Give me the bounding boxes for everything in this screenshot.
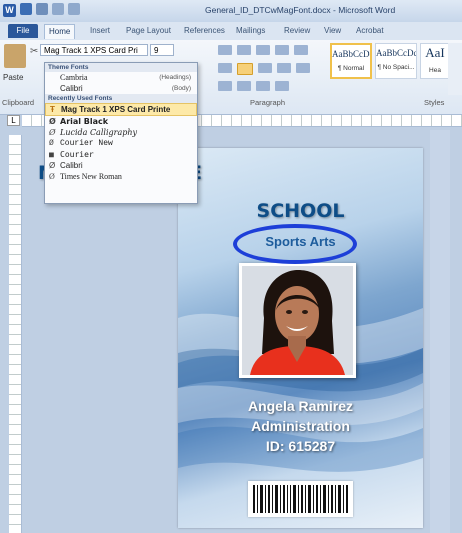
tab-selector[interactable]: L <box>7 115 20 126</box>
font-type-icon: Ø <box>49 117 56 126</box>
shading-buttons-row <box>218 81 289 93</box>
font-type-icon: Ø <box>49 172 55 181</box>
tab-references[interactable]: References <box>180 24 229 38</box>
style-sample: AaI <box>425 45 445 60</box>
cut-icon[interactable]: ✂ <box>30 46 38 57</box>
borders-icon[interactable] <box>237 81 251 91</box>
font-size-box[interactable]: 9 <box>150 44 174 56</box>
theme-fonts-header: Theme Fonts <box>45 63 197 72</box>
line-spacing-icon[interactable] <box>296 63 310 73</box>
save-icon[interactable] <box>20 3 32 15</box>
quick-access-toolbar <box>20 3 80 15</box>
font-option-label: Calibri <box>60 84 83 93</box>
redo-icon[interactable] <box>52 3 64 15</box>
font-option-label: Mag Track 1 XPS Card Printe <box>61 105 171 114</box>
person-role: Administration <box>251 418 350 434</box>
workspace-background <box>430 130 450 533</box>
font-type-icon: Ø <box>49 161 56 170</box>
undo-icon[interactable] <box>36 3 48 15</box>
align-right-icon[interactable] <box>258 63 272 73</box>
tab-file[interactable]: File <box>8 24 38 38</box>
ribbon-scroll-area[interactable] <box>448 43 462 95</box>
vertical-ruler[interactable] <box>9 135 22 533</box>
style-name: ¶ No Spaci... <box>377 64 415 71</box>
tab-acrobat[interactable]: Acrobat <box>352 24 388 38</box>
font-option-calibri-theme[interactable]: Calibri (Body) <box>45 83 197 94</box>
font-option-lucida-calligraphy[interactable]: Ø Lucida Calligraphy <box>45 127 197 138</box>
font-option-label: Arial Black <box>60 117 109 126</box>
school-name-line2: SCHOOL <box>256 200 345 222</box>
multilevel-list-icon[interactable] <box>256 45 270 55</box>
font-option-tag: (Body) <box>171 85 191 92</box>
window-title: General_ID_DTCwMagFont.docx - Microsoft … <box>205 5 396 15</box>
decrease-indent-icon[interactable] <box>275 45 289 55</box>
recent-fonts-header: Recently Used Fonts <box>45 94 197 103</box>
align-center-icon[interactable] <box>237 63 253 75</box>
numbering-icon[interactable] <box>237 45 251 55</box>
font-option-calibri[interactable]: Ø Calibri <box>45 160 197 171</box>
font-option-times-new-roman[interactable]: Ø Times New Roman <box>45 171 197 182</box>
sort-icon[interactable] <box>256 81 270 91</box>
font-option-mag-track[interactable]: Ŧ Mag Track 1 XPS Card Printe <box>45 103 197 116</box>
font-dropdown-menu: Theme Fonts Cambria (Headings) Calibri (… <box>44 62 198 204</box>
shading-icon[interactable] <box>218 81 232 91</box>
font-option-label: Courier New <box>60 139 113 148</box>
id-number: ID: 615287 <box>265 438 336 454</box>
font-option-label: Courier <box>60 150 94 159</box>
style-name: ¶ Normal <box>337 65 365 72</box>
font-option-courier[interactable]: ■ Courier <box>45 149 197 160</box>
font-option-label: Times New Roman <box>60 172 122 181</box>
style-sample: AaBbCcDc <box>376 48 416 58</box>
styles-group-label: Styles <box>424 98 445 107</box>
barcode <box>248 481 353 517</box>
style-normal[interactable]: AaBbCcDc ¶ Normal <box>330 43 372 79</box>
bullets-icon[interactable] <box>218 45 232 55</box>
show-marks-icon[interactable] <box>275 81 289 91</box>
justify-icon[interactable] <box>277 63 291 73</box>
clipboard-group-label: Clipboard <box>2 98 35 107</box>
styles-gallery: AaBbCcDc ¶ Normal AaBbCcDc ¶ No Spaci...… <box>330 43 450 79</box>
align-left-icon[interactable] <box>218 63 232 73</box>
font-option-label: Lucida Calligraphy <box>60 128 138 137</box>
font-type-icon: Ŧ <box>50 105 55 114</box>
font-option-label: Cambria <box>60 73 88 82</box>
increase-indent-icon[interactable] <box>294 45 308 55</box>
alignment-buttons-row <box>218 63 310 75</box>
font-option-label: Calibri <box>60 161 83 170</box>
font-option-courier-new[interactable]: Ø Courier New <box>45 138 197 149</box>
student-photo[interactable] <box>239 263 356 378</box>
font-type-icon: Ø <box>49 139 54 148</box>
style-sample: AaBbCcDc <box>332 49 370 59</box>
paragraph-group-label: Paragraph <box>250 98 286 107</box>
font-option-cambria[interactable]: Cambria (Headings) <box>45 72 197 83</box>
person-name: Angela Ramirez <box>247 398 354 414</box>
word-app-icon[interactable]: W <box>3 4 16 17</box>
tab-page-layout[interactable]: Page Layout <box>122 24 175 38</box>
tab-view[interactable]: View <box>320 24 345 38</box>
style-name: Hea <box>429 67 441 74</box>
paste-button-label[interactable]: Paste <box>3 73 23 82</box>
title-bar: W General_ID_DTCwMagFont.docx - Microsof… <box>0 0 462 23</box>
style-heading[interactable]: AaI Hea <box>420 43 450 79</box>
tab-mailings[interactable]: Mailings <box>232 24 269 38</box>
font-option-tag: (Headings) <box>159 74 191 81</box>
customize-qat-icon[interactable] <box>68 3 80 15</box>
font-type-icon: ■ <box>49 150 54 159</box>
style-no-spacing[interactable]: AaBbCcDc ¶ No Spaci... <box>375 43 417 79</box>
tab-insert[interactable]: Insert <box>86 24 114 38</box>
font-option-arial-black[interactable]: Ø Arial Black <box>45 116 197 127</box>
tab-review[interactable]: Review <box>280 24 314 38</box>
font-type-icon: Ø <box>49 128 56 137</box>
font-name-box[interactable]: Mag Track 1 XPS Card Pri <box>40 44 148 56</box>
barcode-lines <box>253 485 348 513</box>
tab-home[interactable]: Home <box>44 24 76 39</box>
portrait-image <box>242 266 353 375</box>
list-buttons-row <box>218 45 308 57</box>
paste-icon[interactable] <box>4 44 26 68</box>
highlight-ellipse <box>233 224 357 264</box>
ribbon-tabs: File Home Insert Page Layout References … <box>0 22 462 40</box>
